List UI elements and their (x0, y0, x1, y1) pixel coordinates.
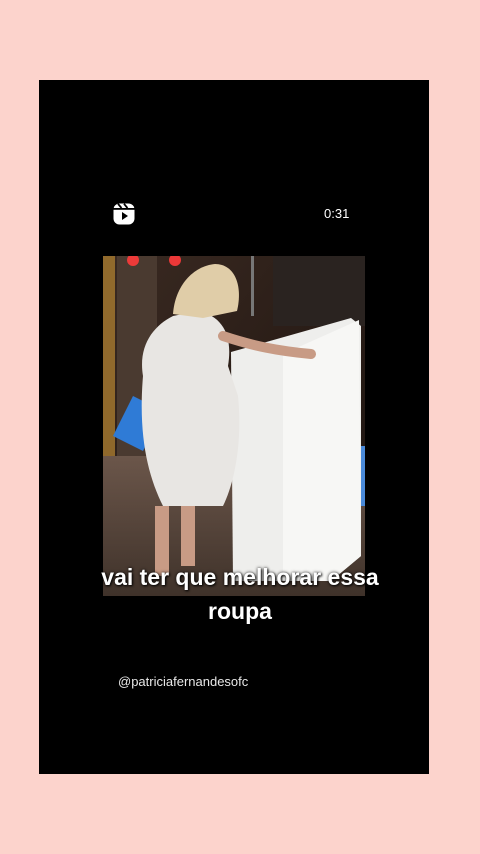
video-duration: 0:31 (324, 206, 350, 221)
video-frame[interactable] (103, 256, 365, 596)
caption-line-2: roupa (208, 598, 272, 624)
creator-handle[interactable]: @patriciafernandesofc (118, 674, 248, 689)
story-caption: vai ter que melhorar essa roupa (30, 560, 450, 628)
reels-icon[interactable] (112, 202, 136, 226)
caption-line-1: vai ter que melhorar essa (101, 564, 379, 590)
